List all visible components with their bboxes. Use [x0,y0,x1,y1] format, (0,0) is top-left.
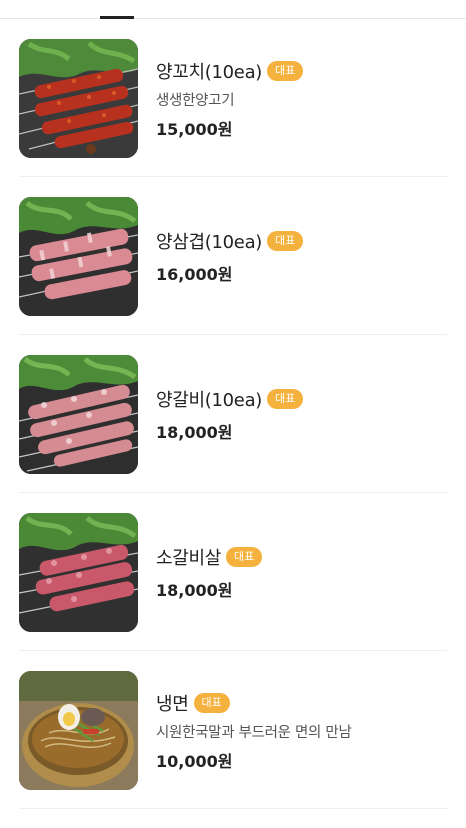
menu-item-name-row: 양갈비(10ea) 대표 [156,385,304,413]
menu-item-name-row: 소갈비살 대표 [156,543,263,571]
cold-noodle-photo [19,670,138,790]
signature-badge: 대표 [267,389,304,409]
menu-item-info: 소갈비살 대표 18,000원 [156,543,263,601]
menu-item-price: 18,000원 [156,581,233,600]
signature-badge: 대표 [267,231,304,251]
menu-item-info: 양갈비(10ea) 대표 18,000원 [156,385,304,443]
signature-badge: 대표 [193,692,230,713]
menu-item[interactable]: 양삼겹(10ea) 대표 16,000원 [0,177,466,335]
menu-item-name: 냉면 [156,693,189,715]
menu-item-description: 시원한국말과 부드러운 면의 만남 [156,724,352,741]
signature-badge: 대표 [267,60,304,81]
menu-item[interactable]: 양꼬치(10ea) 대표 생생한양고기 15,000원 [0,19,466,177]
menu-item[interactable]: 양갈비(10ea) 대표 18,000원 [0,335,466,493]
menu-item-price: 16,000원 [156,265,233,284]
signature-badge: 대표 [226,547,263,567]
menu-item[interactable]: 소갈비살 대표 18,000원 [0,493,466,651]
menu-item-name: 양갈비(10ea) [156,390,263,411]
menu-item-name-row: 양삼겹(10ea) 대표 [156,227,304,255]
menu-item-info: 양삼겹(10ea) 대표 16,000원 [156,227,304,285]
lamb-skewer-spicy-photo [19,38,138,158]
beef-rib-skewer-photo [19,512,138,632]
menu-item-name-row: 냉면 대표 [156,689,352,717]
menu-list: 양꼬치(10ea) 대표 생생한양고기 15,000원 양삼겹(10ea) 대표… [0,19,466,809]
menu-item-name: 양삼겹(10ea) [156,232,263,253]
lamb-rib-skewer-photo [19,354,138,474]
lamb-belly-skewer-photo [19,196,138,316]
menu-item-price: 15,000원 [156,119,233,139]
menu-item-info: 양꼬치(10ea) 대표 생생한양고기 15,000원 [156,57,304,140]
menu-item-name-row: 양꼬치(10ea) 대표 [156,57,304,85]
menu-item-price: 10,000원 [156,751,233,771]
menu-item[interactable]: 냉면 대표 시원한국말과 부드러운 면의 만남 10,000원 [0,651,466,809]
menu-item-name: 소갈비살 [156,548,222,569]
menu-item-description: 생생한양고기 [156,92,235,109]
menu-item-name: 양꼬치(10ea) [156,61,263,83]
top-tab-bar [0,0,466,19]
menu-item-price: 18,000원 [156,423,233,442]
menu-item-info: 냉면 대표 시원한국말과 부드러운 면의 만남 10,000원 [156,689,352,772]
